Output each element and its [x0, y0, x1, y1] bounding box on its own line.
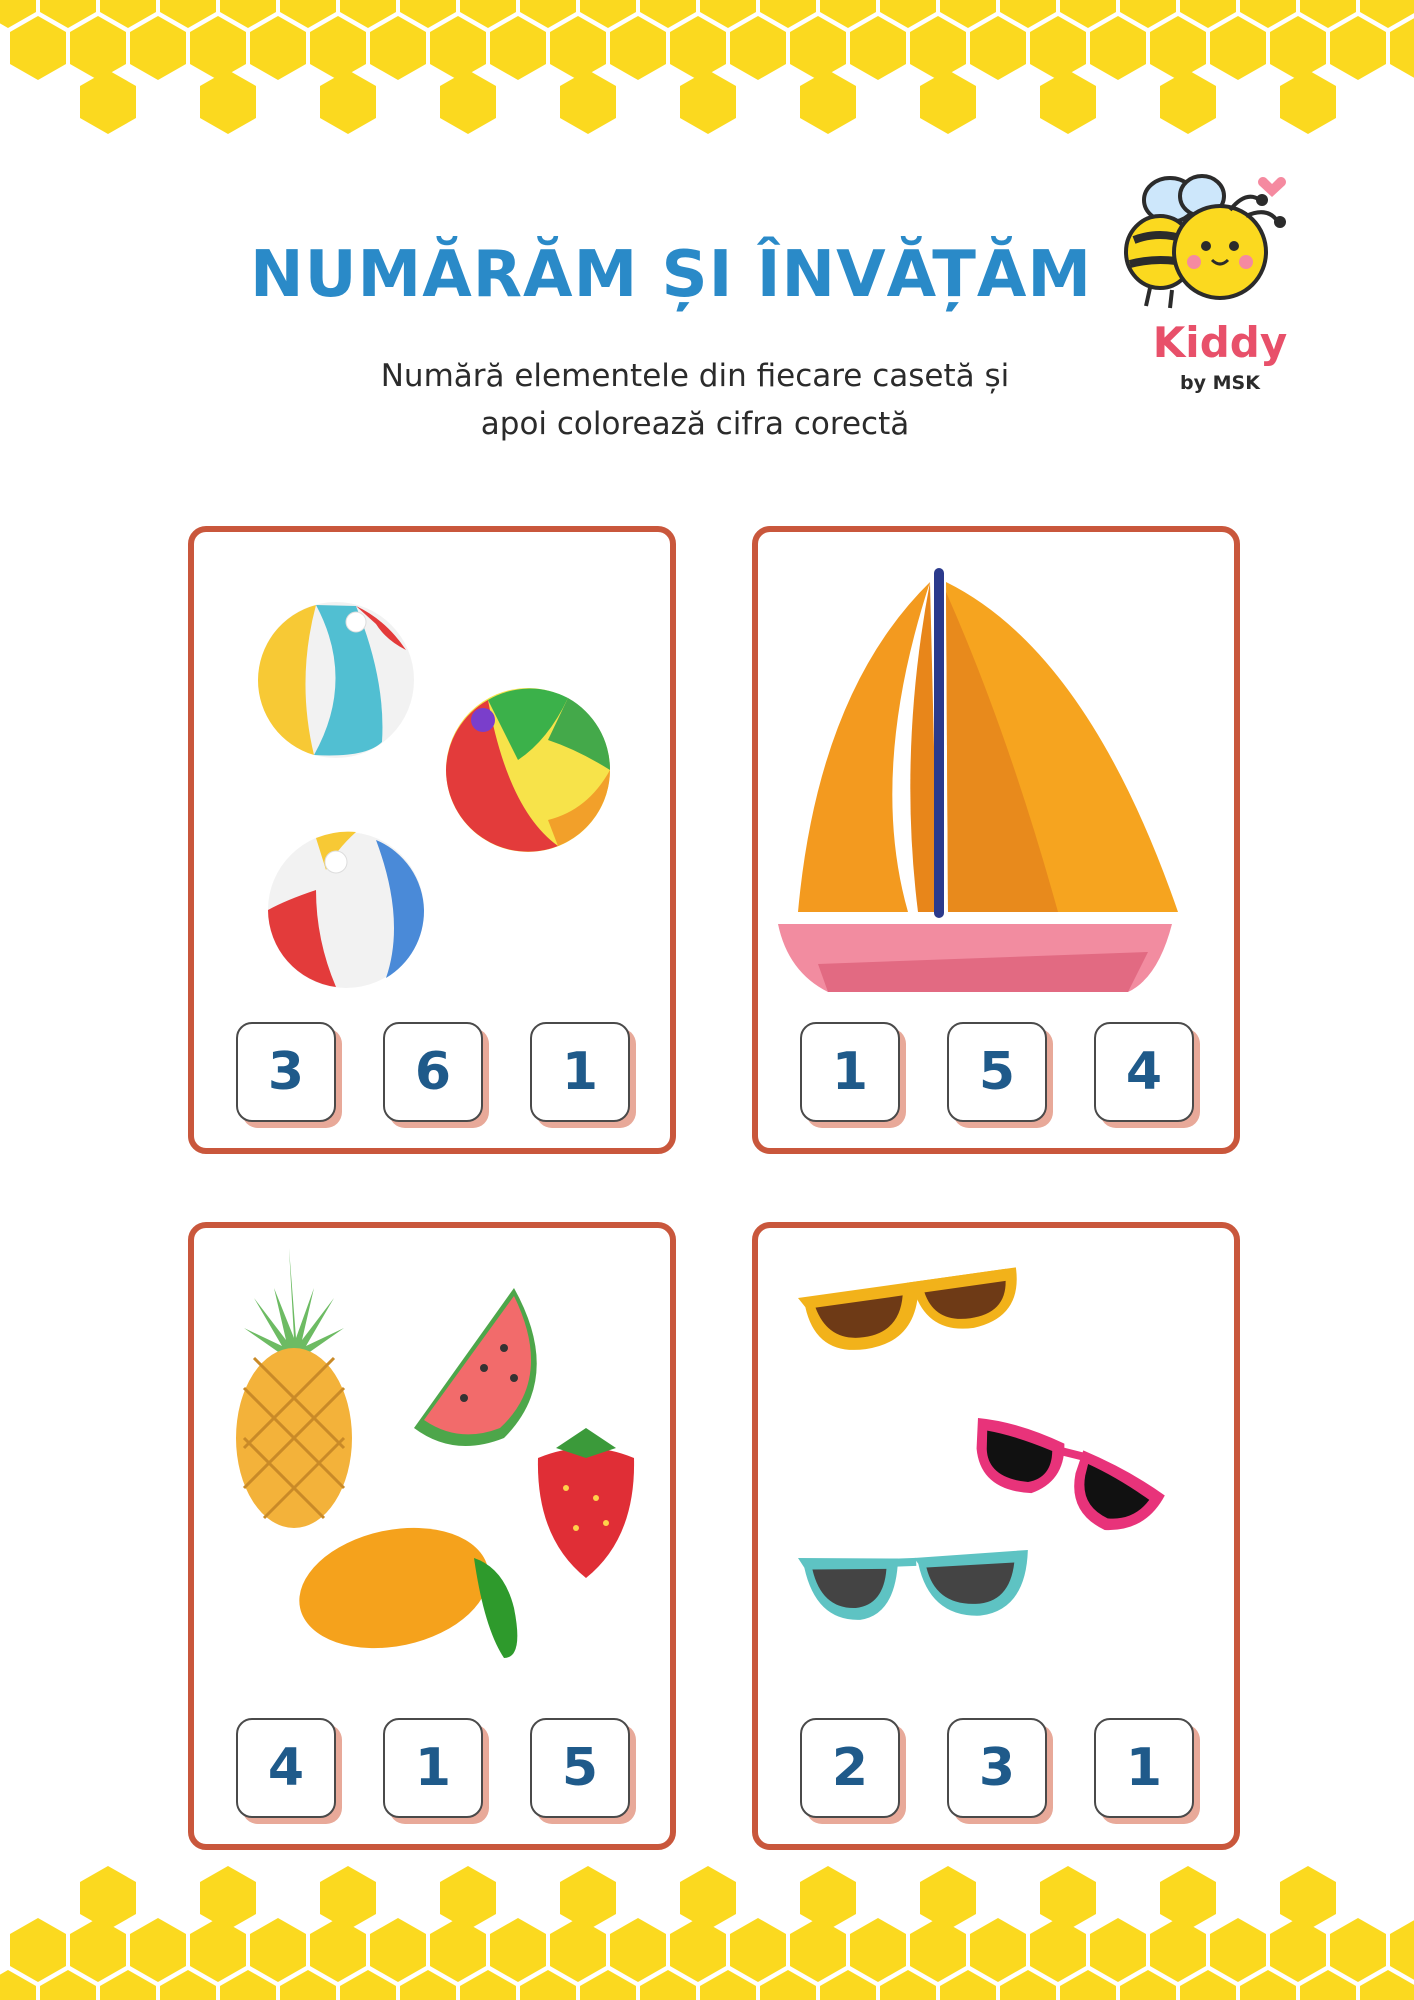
counting-card-sunglasses: 2 3 1 — [752, 1222, 1240, 1850]
sunglasses-illustration — [798, 1267, 1165, 1620]
beach-ball-illustration — [257, 602, 611, 988]
number-option[interactable]: 5 — [947, 1022, 1047, 1122]
answer-options: 2 3 1 — [800, 1718, 1200, 1828]
honeycomb-top-border — [0, 0, 1414, 134]
fruits-illustration — [236, 1248, 635, 1658]
answer-options: 4 1 5 — [236, 1718, 636, 1828]
watermelon-slice-icon — [414, 1288, 537, 1446]
instructions-line-1: Numără elementele din fiecare casetă și — [380, 358, 1010, 394]
brand-name: Kiddy — [1152, 318, 1288, 367]
instructions: Numără elementele din fiecare casetă și … — [340, 352, 1050, 448]
beach-ball-icon — [257, 602, 414, 758]
number-option[interactable]: 6 — [383, 1022, 483, 1122]
beach-ball-icon — [446, 688, 611, 852]
number-option[interactable]: 2 — [800, 1718, 900, 1818]
brand-byline: by MSK — [1180, 372, 1260, 394]
counting-card-beach-balls: 3 6 1 — [188, 526, 676, 1154]
number-option[interactable]: 1 — [530, 1022, 630, 1122]
number-option[interactable]: 1 — [1094, 1718, 1194, 1818]
sailboat-icon — [778, 568, 1178, 992]
instructions-line-2: apoi colorează cifra corectă — [480, 406, 910, 442]
number-option[interactable]: 3 — [947, 1718, 1047, 1818]
sunglasses-icon — [798, 1267, 1017, 1350]
sailboat-illustration — [778, 568, 1178, 992]
number-option[interactable]: 1 — [383, 1718, 483, 1818]
mango-icon — [299, 1527, 518, 1658]
answer-options: 1 5 4 — [800, 1022, 1200, 1132]
pineapple-icon — [236, 1248, 352, 1528]
beach-ball-icon — [268, 831, 425, 988]
counting-card-sailboat: 1 5 4 — [752, 526, 1240, 1154]
number-option[interactable]: 3 — [236, 1022, 336, 1122]
strawberry-icon — [537, 1428, 635, 1578]
number-option[interactable]: 4 — [1094, 1022, 1194, 1122]
number-option[interactable]: 4 — [236, 1718, 336, 1818]
honeycomb-bottom-border — [0, 1866, 1414, 2000]
counting-card-fruits: 4 1 5 — [188, 1222, 676, 1850]
page-title: NUMĂRĂM ȘI ÎNVĂȚĂM — [250, 238, 1093, 312]
number-option[interactable]: 5 — [530, 1718, 630, 1818]
sunglasses-icon — [976, 1418, 1165, 1530]
answer-options: 3 6 1 — [236, 1022, 636, 1132]
sunglasses-icon — [798, 1549, 1028, 1620]
number-option[interactable]: 1 — [800, 1022, 900, 1122]
